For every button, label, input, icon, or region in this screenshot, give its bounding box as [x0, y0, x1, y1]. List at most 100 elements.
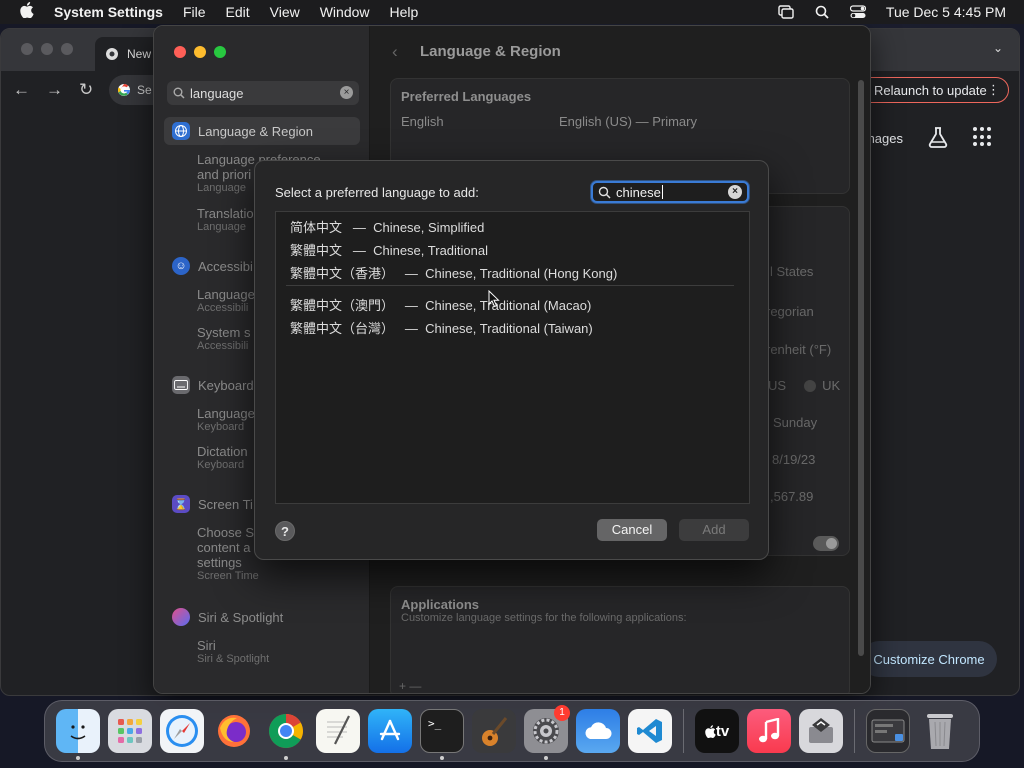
preferred-languages-heading: Preferred Languages	[401, 89, 532, 104]
dock-migration-assistant[interactable]	[795, 705, 847, 757]
radio-uk[interactable]	[804, 380, 817, 392]
customize-chrome-button[interactable]: Customize Chrome	[861, 641, 997, 677]
menu-edit[interactable]: Edit	[226, 4, 250, 20]
menu-bar: System Settings File Edit View Window He…	[0, 0, 1024, 24]
tab-search-chevron-icon[interactable]: ⌄	[993, 41, 1003, 55]
list-divider	[286, 285, 734, 286]
dock-app-store[interactable]	[364, 705, 416, 757]
guitar-icon	[472, 709, 516, 753]
menu-app-name[interactable]: System Settings	[54, 4, 163, 20]
screenshot-folder-icon	[866, 709, 910, 753]
dock-screenshot-stack[interactable]	[862, 705, 914, 757]
number-format-value[interactable]: ,567.89	[770, 489, 813, 504]
sidebar-item-language-region[interactable]: Language & Region	[164, 117, 360, 145]
dock-apple-tv[interactable]: tv	[691, 705, 743, 757]
dock-system-settings[interactable]: 1	[520, 705, 572, 760]
language-search-value: chinese	[616, 184, 661, 200]
mouse-pointer-icon	[488, 289, 500, 311]
menu-window[interactable]: Window	[320, 4, 370, 20]
back-arrow-icon[interactable]: ←	[13, 80, 30, 100]
list-item[interactable]: 繁體中文 — Chinese, Traditional	[290, 240, 488, 259]
region-value[interactable]: l States	[770, 264, 813, 279]
add-language-sheet: Select a preferred language to add: chin…	[254, 160, 769, 560]
add-remove-buttons[interactable]: + —	[399, 679, 421, 693]
settings-search-field[interactable]: language ×	[167, 81, 359, 105]
dock-terminal[interactable]: >_	[416, 705, 468, 760]
search-labs-icon[interactable]	[927, 126, 949, 148]
keyboard-icon	[172, 376, 190, 394]
firefox-icon	[212, 709, 256, 753]
apple-menu-icon[interactable]	[16, 2, 38, 22]
screen-mirroring-icon[interactable]	[778, 5, 794, 19]
list-item[interactable]: 繁體中文（台灣） — Chinese, Traditional (Taiwan)	[290, 318, 593, 337]
dock-textedit[interactable]	[312, 705, 364, 757]
language-english-name: Chinese, Traditional (Macao)	[425, 298, 592, 313]
clear-search-icon[interactable]: ×	[340, 86, 353, 99]
measurement-uk[interactable]: UK	[822, 378, 840, 393]
google-apps-icon[interactable]	[973, 127, 993, 147]
migration-assistant-icon	[799, 709, 843, 753]
language-name: English	[401, 114, 444, 129]
text-caret	[661, 185, 663, 199]
settings-close-button[interactable]	[174, 46, 186, 58]
sidebar-item-siri-spotlight[interactable]: Siri & Spotlight	[164, 603, 360, 631]
dock-launchpad[interactable]	[104, 705, 156, 757]
sidebar-result-siri[interactable]: Siri Siri & Spotlight	[197, 638, 357, 666]
settings-minimize-button[interactable]	[194, 46, 206, 58]
first-day-value[interactable]: Sunday	[773, 415, 817, 430]
chrome-menu-icon[interactable]: ⋮	[987, 82, 1000, 98]
terminal-icon: >_	[420, 709, 464, 753]
google-images-link[interactable]: nages	[868, 131, 903, 146]
sidebar-item-label: Language & Region	[198, 123, 313, 139]
settings-zoom-button[interactable]	[214, 46, 226, 58]
forward-arrow-icon[interactable]: →	[46, 80, 63, 100]
search-icon	[598, 186, 611, 199]
dock-chrome[interactable]	[260, 705, 312, 760]
cancel-button[interactable]: Cancel	[597, 519, 667, 541]
app-store-icon	[368, 709, 412, 753]
language-search-field[interactable]: chinese ×	[591, 181, 749, 203]
result-title: Siri	[197, 638, 216, 653]
list-item[interactable]: 简体中文 — Chinese, Simplified	[290, 217, 484, 236]
dock-trash[interactable]	[914, 705, 966, 757]
separator-dash: —	[404, 321, 418, 336]
language-row-english[interactable]: English English (US) — Primary	[391, 114, 849, 142]
menu-file[interactable]: File	[183, 4, 206, 20]
clear-search-icon[interactable]: ×	[728, 185, 742, 199]
temperature-value[interactable]: renheit (°F)	[766, 342, 831, 357]
spotlight-search-icon[interactable]	[814, 5, 830, 19]
menu-help[interactable]: Help	[390, 4, 419, 20]
back-chevron-icon[interactable]: ‹	[392, 42, 398, 62]
dock-vscode[interactable]	[624, 705, 676, 757]
globe-icon	[172, 122, 190, 140]
list-item[interactable]: 繁體中文（香港） — Chinese, Traditional (Hong Ko…	[290, 263, 617, 282]
dock-weather[interactable]	[572, 705, 624, 757]
dock-garageband[interactable]	[468, 705, 520, 757]
menubar-clock[interactable]: Tue Dec 5 4:45 PM	[886, 4, 1006, 20]
live-text-toggle[interactable]	[813, 536, 839, 551]
language-detail: English (US) — Primary	[559, 114, 697, 129]
measurement-system-options: US UK	[768, 378, 840, 393]
dock-finder[interactable]	[52, 705, 104, 760]
sidebar-item-label: Keyboard	[198, 377, 254, 393]
dock-safari[interactable]	[156, 705, 208, 757]
relaunch-to-update-button[interactable]: Relaunch to update ⋮	[857, 77, 1009, 103]
menu-view[interactable]: View	[270, 4, 300, 20]
list-item[interactable]: 繁體中文（澳門） — Chinese, Traditional (Macao)	[290, 295, 591, 314]
dock-music[interactable]	[743, 705, 795, 757]
reload-icon[interactable]: ↻	[79, 80, 93, 100]
running-indicator	[544, 756, 548, 760]
settings-scrollbar[interactable]	[858, 80, 864, 656]
chrome-minimize-button[interactable]	[41, 43, 53, 55]
chrome-close-button[interactable]	[21, 43, 33, 55]
chrome-zoom-button[interactable]	[61, 43, 73, 55]
dock: >_ 1 tv	[44, 700, 980, 762]
control-center-icon[interactable]	[849, 5, 866, 19]
dock-firefox[interactable]	[208, 705, 260, 757]
measurement-us[interactable]: US	[768, 378, 786, 393]
add-button[interactable]: Add	[679, 519, 749, 541]
calendar-value[interactable]: regorian	[766, 304, 814, 319]
language-native-name: 简体中文	[290, 221, 343, 236]
date-format-value[interactable]: 8/19/23	[772, 452, 815, 467]
help-button[interactable]: ?	[275, 521, 295, 541]
